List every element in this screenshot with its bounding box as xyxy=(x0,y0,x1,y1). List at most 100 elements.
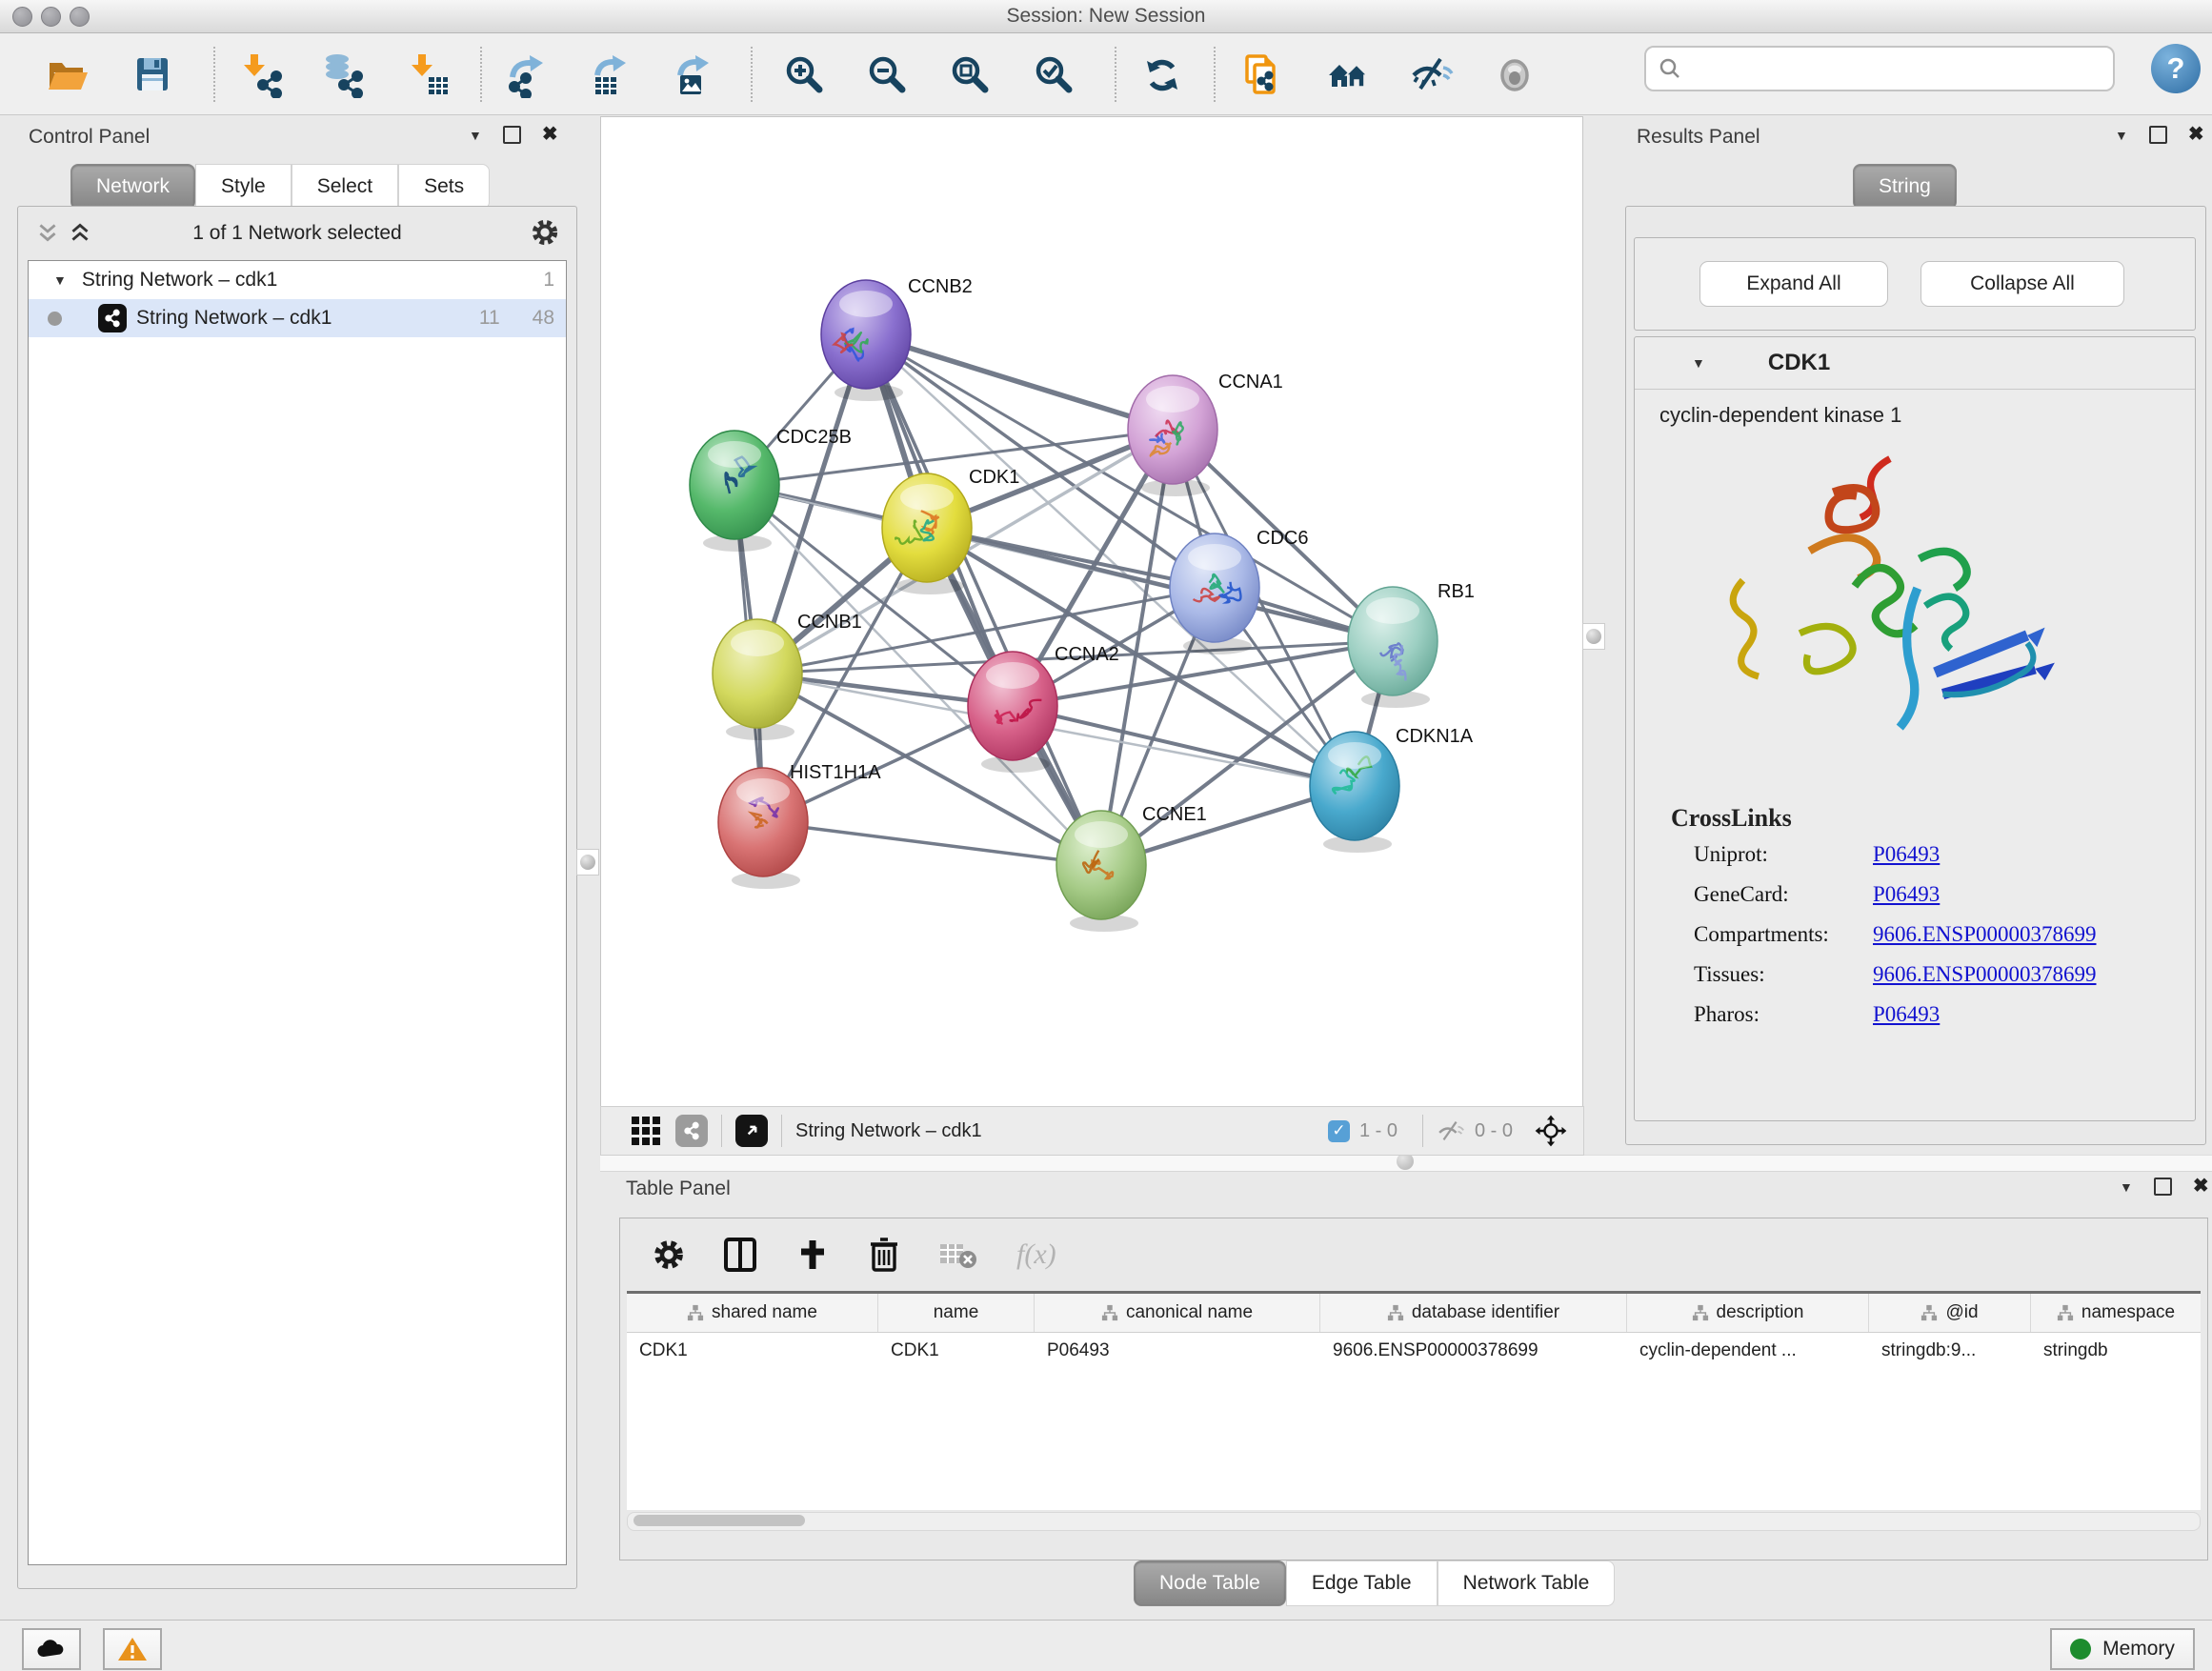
network-collection-row[interactable]: ▼ String Network – cdk1 1 xyxy=(29,261,566,299)
table-panel: Table Panel ▼ ✖ xyxy=(614,1170,2212,1618)
network-edge[interactable] xyxy=(866,334,1173,430)
crosslink-uniprot[interactable]: P06493 xyxy=(1873,842,2195,867)
tab-network[interactable]: Network xyxy=(70,164,195,210)
table-horizontal-scrollbar[interactable] xyxy=(627,1512,2201,1531)
network-view-toolbar: String Network – cdk1 ✓ 1 - 0 0 - 0 xyxy=(600,1106,1584,1156)
network-edge[interactable] xyxy=(866,334,1101,865)
column-header-canonical-name[interactable]: canonical name xyxy=(1035,1294,1320,1332)
network-edge[interactable] xyxy=(927,528,1393,641)
warnings-button[interactable] xyxy=(103,1628,162,1670)
left-splitter-handle[interactable] xyxy=(576,849,599,876)
search-input[interactable] xyxy=(1682,57,2086,81)
collapse-all-button[interactable]: Collapse All xyxy=(1920,261,2124,307)
tab-select[interactable]: Select xyxy=(292,164,398,210)
control-panel-collapse-icon[interactable]: ▼ xyxy=(469,128,482,143)
network-graph[interactable]: CCNB2CCNA1CDC25BCDK1CDC6RB1CCNB1CCNA2CDK… xyxy=(601,117,1582,1106)
column-header-database-identifier[interactable]: database identifier xyxy=(1320,1294,1627,1332)
delete-table-icon[interactable] xyxy=(938,1238,978,1271)
control-panel-close-icon[interactable]: ✖ xyxy=(542,128,558,142)
scrollbar-thumb[interactable] xyxy=(633,1515,805,1526)
expand-all-button[interactable]: Expand All xyxy=(1699,261,1888,307)
collection-expand-icon[interactable]: ▼ xyxy=(53,272,67,288)
save-session-button[interactable] xyxy=(128,50,177,100)
column-header-id[interactable]: @id xyxy=(1869,1294,2031,1332)
gene-section-header[interactable]: ▼ CDK1 xyxy=(1635,337,2195,390)
selected-checkbox[interactable]: ✓ xyxy=(1328,1120,1350,1142)
export-image-button[interactable] xyxy=(669,50,718,100)
column-header-shared-name[interactable]: shared name xyxy=(627,1294,878,1332)
node-label: CCNA2 xyxy=(1055,644,1119,665)
export-table-button[interactable] xyxy=(586,50,635,100)
right-splitter-handle[interactable] xyxy=(1582,623,1605,650)
open-file-button[interactable] xyxy=(42,50,91,100)
table-panel-collapse-icon[interactable]: ▼ xyxy=(2120,1179,2133,1195)
eye-slash-icon xyxy=(1409,52,1455,98)
cloud-status-button[interactable] xyxy=(22,1628,81,1670)
grid-view-icon[interactable] xyxy=(632,1117,660,1145)
column-header-namespace[interactable]: namespace xyxy=(2031,1294,2201,1332)
column-header-name[interactable]: name xyxy=(878,1294,1035,1332)
node-gloss xyxy=(1188,544,1241,571)
birds-eye-view-button[interactable] xyxy=(735,1115,768,1147)
node-gloss xyxy=(708,441,761,468)
crosslink-compartments[interactable]: 9606.ENSP00000378699 xyxy=(1873,922,2195,947)
table-header-row: shared name name canonical name database… xyxy=(627,1291,2201,1333)
search-icon xyxy=(1658,56,1682,81)
tab-network-table[interactable]: Network Table xyxy=(1438,1560,1616,1606)
function-builder-icon[interactable]: f(x) xyxy=(1016,1238,1056,1271)
table-panel-float-icon[interactable] xyxy=(2154,1178,2172,1196)
control-panel-float-icon[interactable] xyxy=(503,126,521,144)
network-edge[interactable] xyxy=(763,822,1101,865)
import-network-file-button[interactable] xyxy=(236,50,286,100)
table-row[interactable]: CDK1 CDK1 P06493 9606.ENSP00000378699 cy… xyxy=(627,1333,2201,1369)
refresh-layout-button[interactable] xyxy=(1137,50,1187,100)
tab-node-table[interactable]: Node Table xyxy=(1134,1560,1286,1606)
node-label: CDC25B xyxy=(776,427,852,448)
crosslink-tissues[interactable]: 9606.ENSP00000378699 xyxy=(1873,962,2195,987)
import-table-button[interactable] xyxy=(404,50,453,100)
zoom-selected-button[interactable] xyxy=(1029,50,1078,100)
crosslink-pharos[interactable]: P06493 xyxy=(1873,1002,2195,1027)
tab-sets[interactable]: Sets xyxy=(398,164,490,210)
table-gear-icon[interactable] xyxy=(653,1238,685,1271)
share-view-icon[interactable] xyxy=(675,1115,708,1147)
memory-button[interactable]: Memory xyxy=(2050,1628,2195,1670)
crosslink-genecard[interactable]: P06493 xyxy=(1873,882,2195,907)
gene-expand-icon[interactable]: ▼ xyxy=(1692,355,1705,371)
clone-network-button[interactable] xyxy=(1238,50,1288,100)
show-all-button[interactable] xyxy=(1490,50,1539,100)
string-home-button[interactable] xyxy=(1324,50,1374,100)
show-columns-icon[interactable] xyxy=(723,1237,757,1273)
results-panel-float-icon[interactable] xyxy=(2149,126,2167,144)
hidden-eye-slash-icon[interactable] xyxy=(1437,1119,1465,1142)
results-panel-close-icon[interactable]: ✖ xyxy=(2188,128,2204,142)
zoom-out-button[interactable] xyxy=(862,50,912,100)
add-column-icon[interactable] xyxy=(795,1237,830,1273)
tab-edge-table[interactable]: Edge Table xyxy=(1286,1560,1438,1606)
import-network-database-button[interactable] xyxy=(317,50,367,100)
zoom-in-button[interactable] xyxy=(779,50,829,100)
move-crosshair-icon[interactable] xyxy=(1534,1114,1568,1148)
help-button[interactable]: ? xyxy=(2151,44,2201,93)
column-header-description[interactable]: description xyxy=(1627,1294,1869,1332)
network-view-title: String Network – cdk1 xyxy=(795,1120,982,1142)
network-options-gear-icon[interactable] xyxy=(531,218,559,252)
crosslinks-title: CrossLinks xyxy=(1671,804,2195,833)
window-title: Session: New Session xyxy=(0,5,2212,28)
zoom-fit-button[interactable] xyxy=(945,50,995,100)
column-type-icon xyxy=(687,1304,704,1321)
export-network-button[interactable] xyxy=(503,50,553,100)
collection-label: String Network – cdk1 xyxy=(82,269,543,292)
results-panel-collapse-icon[interactable]: ▼ xyxy=(2115,128,2128,143)
table-panel-close-icon[interactable]: ✖ xyxy=(2193,1179,2209,1194)
tab-string[interactable]: String xyxy=(1853,164,1957,210)
network-canvas[interactable]: CCNB2CCNA1CDC25BCDK1CDC6RB1CCNB1CCNA2CDK… xyxy=(600,116,1583,1107)
network-row-selected[interactable]: String Network – cdk1 11 48 xyxy=(29,299,566,337)
delete-column-trash-icon[interactable] xyxy=(868,1236,900,1274)
toolbar-separator xyxy=(213,47,215,102)
hide-selected-button[interactable] xyxy=(1407,50,1457,100)
network-edge[interactable] xyxy=(1013,706,1355,786)
tab-style[interactable]: Style xyxy=(195,164,292,210)
crosslink-label: Compartments: xyxy=(1694,922,1873,947)
application-window: Session: New Session xyxy=(0,0,2212,1671)
